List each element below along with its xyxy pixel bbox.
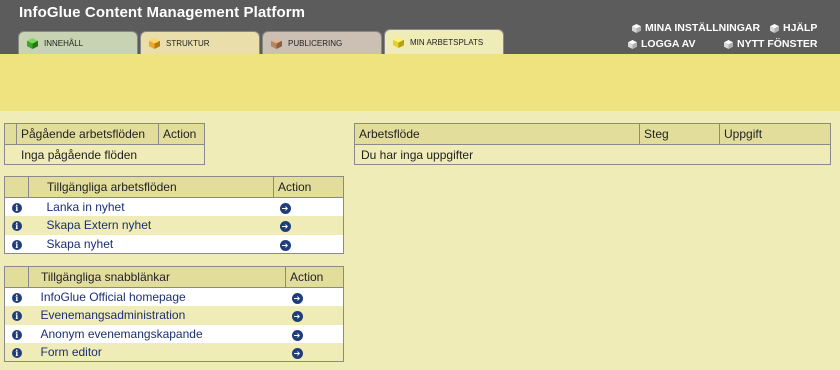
info-cell: i	[4, 234, 29, 253]
top-bar: InfoGlue Content Management Platform MIN…	[0, 0, 840, 55]
list-item: i Form editor ➔	[4, 343, 344, 362]
info-icon[interactable]: i	[11, 311, 22, 322]
available-workflows-panel: Tillgängliga arbetsflöden Action i Lanka…	[4, 176, 344, 254]
workflow-link[interactable]: Lanka in nyhet	[28, 197, 274, 216]
tasks-panel: Arbetsflöde Steg Uppgift Du har inga upp…	[354, 123, 831, 165]
column-header: Uppgift	[719, 123, 831, 145]
column-header: Action	[158, 123, 205, 145]
tab-structure[interactable]: STRUKTUR	[140, 31, 260, 54]
shortcut-link[interactable]: Anonym evenemangskapande	[28, 324, 286, 343]
list-item: i Skapa Extern nyhet ➔	[4, 216, 344, 235]
logout-link[interactable]: LOGGA AV	[628, 38, 695, 50]
list-item: i Skapa nyhet ➔	[4, 234, 344, 253]
action-cell: ➔	[285, 324, 344, 343]
arrow-right-icon[interactable]: ➔	[279, 221, 291, 233]
tab-my-workplace[interactable]: MIN ARBETSPLATS	[384, 29, 504, 55]
info-cell: i	[4, 216, 29, 235]
action-cell: ➔	[273, 197, 344, 216]
workflow-link[interactable]: Skapa nyhet	[28, 234, 274, 253]
shortcuts-panel: Tillgängliga snabblänkar Action i InfoGl…	[4, 266, 344, 362]
column-header: Tillgängliga arbetsflöden	[28, 176, 274, 198]
green-cube-icon	[27, 37, 38, 49]
info-icon[interactable]: i	[11, 348, 22, 358]
table-header: Arbetsflöde Steg Uppgift	[354, 123, 831, 145]
action-cell: ➔	[273, 234, 344, 253]
info-cell: i	[4, 306, 29, 325]
table-header: Tillgängliga snabblänkar Action	[4, 266, 344, 288]
table-header: Tillgängliga arbetsflöden Action	[4, 176, 344, 198]
shortcut-link[interactable]: Evenemangsadministration	[28, 306, 286, 325]
info-icon[interactable]: i	[11, 329, 22, 340]
tab-label: MIN ARBETSPLATS	[410, 38, 484, 47]
list-item: i Evenemangsadministration ➔	[4, 306, 344, 325]
header-spacer	[4, 123, 17, 145]
shortcut-link[interactable]: Form editor	[28, 343, 286, 362]
workflow-link[interactable]: Skapa Extern nyhet	[28, 216, 274, 235]
info-cell: i	[4, 324, 29, 343]
column-header: Action	[285, 266, 344, 288]
info-cell: i	[4, 287, 29, 306]
shortcut-link[interactable]: InfoGlue Official homepage	[28, 287, 286, 306]
logout-label: LOGGA AV	[641, 38, 696, 50]
arrow-right-icon[interactable]: ➔	[291, 348, 303, 359]
empty-message: Du har inga uppgifter	[354, 144, 831, 165]
list-item: i Lanka in nyhet ➔	[4, 197, 344, 216]
action-cell: ➔	[285, 287, 344, 306]
ongoing-workflows-panel: Pågående arbetsflöden Action Inga pågåen…	[4, 123, 205, 165]
column-header: Tillgängliga snabblänkar	[28, 266, 286, 288]
info-icon[interactable]: i	[11, 293, 22, 303]
help-link[interactable]: HJÄLP	[770, 22, 817, 34]
tab-label: STRUKTUR	[166, 38, 210, 48]
tab-publishing[interactable]: PUBLICERING	[262, 31, 382, 54]
cube-icon	[724, 39, 733, 49]
info-icon[interactable]: i	[11, 221, 22, 232]
tab-content[interactable]: INNEHÅLL	[18, 31, 138, 54]
action-cell: ➔	[285, 343, 344, 362]
arrow-right-icon[interactable]: ➔	[279, 239, 291, 251]
new-window-label: NYTT FÖNSTER	[737, 38, 818, 50]
my-settings-link[interactable]: MINA INSTÄLLNINGAR	[632, 22, 760, 34]
info-icon[interactable]: i	[11, 203, 22, 213]
header-spacer	[4, 266, 29, 288]
table-header: Pågående arbetsflöden Action	[4, 123, 205, 145]
tab-label: INNEHÅLL	[44, 38, 84, 48]
arrow-right-icon[interactable]: ➔	[291, 311, 303, 323]
empty-row: Du har inga uppgifter	[354, 144, 831, 165]
my-settings-label: MINA INSTÄLLNINGAR	[645, 22, 761, 34]
app-title: InfoGlue Content Management Platform	[19, 4, 306, 21]
arrow-right-icon[interactable]: ➔	[279, 203, 291, 214]
list-item: i Anonym evenemangskapande ➔	[4, 324, 344, 343]
info-cell: i	[4, 197, 29, 216]
column-header: Action	[273, 176, 344, 198]
orange-cube-icon	[149, 37, 160, 49]
column-header: Arbetsflöde	[354, 123, 640, 145]
arrow-right-icon[interactable]: ➔	[291, 329, 303, 341]
column-header: Steg	[639, 123, 720, 145]
action-cell: ➔	[285, 306, 344, 325]
cube-icon	[770, 23, 779, 33]
action-cell: ➔	[273, 216, 344, 235]
new-window-link[interactable]: NYTT FÖNSTER	[724, 38, 818, 50]
toolbar-area	[0, 54, 840, 111]
column-header: Pågående arbetsflöden	[16, 123, 159, 145]
cube-icon	[632, 23, 641, 33]
cube-icon	[628, 39, 637, 49]
tab-label: PUBLICERING	[288, 38, 343, 48]
header-spacer	[4, 176, 29, 198]
help-label: HJÄLP	[783, 22, 818, 34]
empty-message: Inga pågående flöden	[4, 144, 205, 165]
arrow-right-icon[interactable]: ➔	[291, 293, 303, 304]
top-links: MINA INSTÄLLNINGAR HJÄLP LOGGA AV NYTT F…	[628, 22, 828, 54]
yellow-cube-icon	[393, 37, 404, 48]
list-item: i InfoGlue Official homepage ➔	[4, 287, 344, 306]
info-cell: i	[4, 343, 29, 362]
brown-cube-icon	[271, 37, 282, 49]
empty-row: Inga pågående flöden	[4, 144, 205, 165]
info-icon[interactable]: i	[11, 239, 22, 250]
